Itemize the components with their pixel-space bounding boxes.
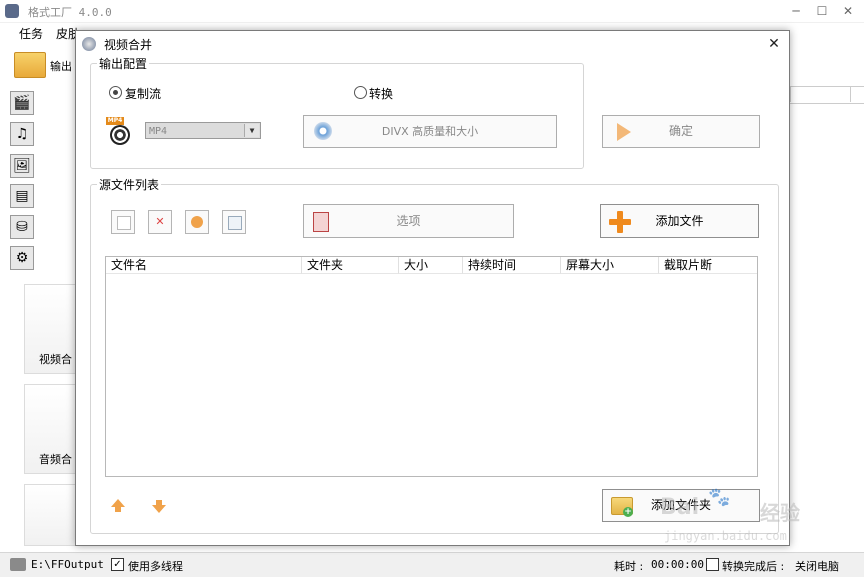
ok-button[interactable]: 确定 bbox=[602, 115, 760, 148]
convert-label[interactable]: 转换 bbox=[369, 85, 393, 102]
mp4-tag: MP4 bbox=[106, 117, 124, 125]
watermark-url: jingyan.baidu.com bbox=[664, 529, 787, 543]
column-header-folder[interactable]: 文件夹 bbox=[302, 257, 399, 274]
output-folder-label: 输出 bbox=[50, 60, 72, 73]
options-button[interactable]: 选项 bbox=[303, 204, 514, 238]
document-category-icon[interactable]: ▤ bbox=[10, 184, 34, 208]
after-convert-checkbox[interactable] bbox=[706, 558, 719, 571]
video-join-card-label: 视频合 bbox=[39, 353, 72, 366]
format-select[interactable]: MP4 ▼ bbox=[145, 122, 261, 139]
arrow-right-icon bbox=[617, 123, 631, 141]
copy-stream-label[interactable]: 复制流 bbox=[125, 85, 161, 102]
delete-icon: ✕ bbox=[155, 215, 165, 228]
mp4-format-icon: MP4 bbox=[106, 117, 132, 147]
info-button[interactable] bbox=[222, 210, 246, 234]
play-icon bbox=[191, 216, 203, 228]
task-list-header bbox=[790, 86, 864, 104]
dialog-close-button[interactable]: ✕ bbox=[764, 34, 784, 54]
remove-button[interactable] bbox=[111, 210, 135, 234]
folder-icon bbox=[14, 52, 46, 78]
app-icon bbox=[5, 4, 19, 18]
multithread-checkbox[interactable]: ✓ bbox=[111, 558, 124, 571]
output-config-label: 输出配置 bbox=[97, 55, 150, 72]
move-up-icon[interactable] bbox=[111, 499, 125, 512]
minimize-button[interactable]: ─ bbox=[784, 2, 808, 20]
audio-join-card-label: 音频合 bbox=[39, 453, 72, 466]
tools-category-icon[interactable]: ⚙ bbox=[10, 246, 34, 270]
source-file-table[interactable]: 文件名 文件夹 大小 持续时间 屏幕大小 截取片断 bbox=[105, 256, 758, 477]
task-list-divider bbox=[790, 86, 791, 102]
maximize-button[interactable]: ☐ bbox=[810, 2, 834, 20]
column-header-size[interactable]: 大小 bbox=[399, 257, 463, 274]
video-join-card[interactable]: 视频合 bbox=[24, 284, 82, 374]
column-header-clip[interactable]: 截取片断 bbox=[659, 257, 757, 274]
settings-disc-icon bbox=[314, 122, 332, 140]
watermark-brand-suffix: 经验 bbox=[760, 501, 800, 525]
rom-device-icon[interactable]: ⛁ bbox=[10, 215, 34, 239]
chevron-down-icon[interactable]: ▼ bbox=[244, 124, 259, 137]
film-clip-icon bbox=[313, 212, 329, 232]
elapsed-value: 00:00:00 bbox=[651, 558, 704, 571]
dialog-title: 视频合并 bbox=[104, 38, 153, 52]
info-icon bbox=[228, 216, 242, 230]
output-folder-icon[interactable] bbox=[10, 558, 26, 571]
baidu-watermark: Bai 🐾 经验 jingyan.baidu.com bbox=[660, 485, 830, 545]
column-header-duration[interactable]: 持续时间 bbox=[463, 257, 561, 274]
audio-join-card[interactable]: 音频合 bbox=[24, 384, 82, 474]
audio-category-icon[interactable]: ♫ bbox=[10, 122, 34, 146]
video-join-dialog: 视频合并 ✕ 输出配置 复制流 转换 MP4 MP4 ▼ DIVX 高质量和大小… bbox=[75, 30, 790, 546]
add-badge-icon: + bbox=[623, 507, 633, 517]
multithread-label: 使用多线程 bbox=[128, 560, 183, 573]
source-list-label: 源文件列表 bbox=[97, 176, 162, 193]
paw-icon: 🐾 bbox=[708, 487, 731, 508]
clear-button[interactable]: ✕ bbox=[148, 210, 172, 234]
main-titlebar: 格式工厂 4.0.0 ─ ☐ ✕ bbox=[0, 0, 864, 23]
after-convert-label: 转换完成后 : bbox=[722, 560, 785, 573]
copy-stream-radio[interactable] bbox=[109, 86, 122, 99]
status-bar: E:\FFOutput ✓ 使用多线程 耗时 : 00:00:00 转换完成后 … bbox=[0, 552, 864, 577]
remove-file-icon bbox=[117, 216, 131, 230]
play-button[interactable] bbox=[185, 210, 209, 234]
main-window-title: 格式工厂 4.0.0 bbox=[28, 6, 112, 19]
after-convert-value[interactable]: 关闭电脑 bbox=[795, 558, 839, 574]
elapsed-label: 耗时 : bbox=[614, 560, 644, 573]
options-button-label: 选项 bbox=[396, 214, 421, 228]
film-reel-icon bbox=[110, 125, 130, 145]
column-header-filename[interactable]: 文件名 bbox=[106, 257, 302, 274]
move-down-icon[interactable] bbox=[152, 500, 166, 513]
quality-button-label: DIVX 高质量和大小 bbox=[381, 125, 479, 138]
column-header-screen-size[interactable]: 屏幕大小 bbox=[561, 257, 659, 274]
close-button[interactable]: ✕ bbox=[836, 2, 860, 20]
format-select-value: MP4 bbox=[149, 126, 168, 137]
menu-task[interactable]: 任务 bbox=[19, 25, 43, 42]
ok-button-label: 确定 bbox=[668, 124, 693, 138]
video-category-icon[interactable]: 🎬 bbox=[10, 91, 34, 115]
output-path: E:\FFOutput bbox=[31, 558, 104, 571]
add-file-button[interactable]: 添加文件 bbox=[600, 204, 759, 238]
add-file-button-label: 添加文件 bbox=[655, 214, 704, 228]
quality-button[interactable]: DIVX 高质量和大小 bbox=[303, 115, 557, 148]
video-join-icon bbox=[82, 37, 96, 51]
next-card[interactable] bbox=[24, 484, 82, 546]
watermark-brand: Bai bbox=[660, 495, 700, 520]
task-list-divider bbox=[850, 86, 851, 102]
convert-radio[interactable] bbox=[354, 86, 367, 99]
image-category-icon[interactable]: 🖼 bbox=[10, 154, 34, 178]
